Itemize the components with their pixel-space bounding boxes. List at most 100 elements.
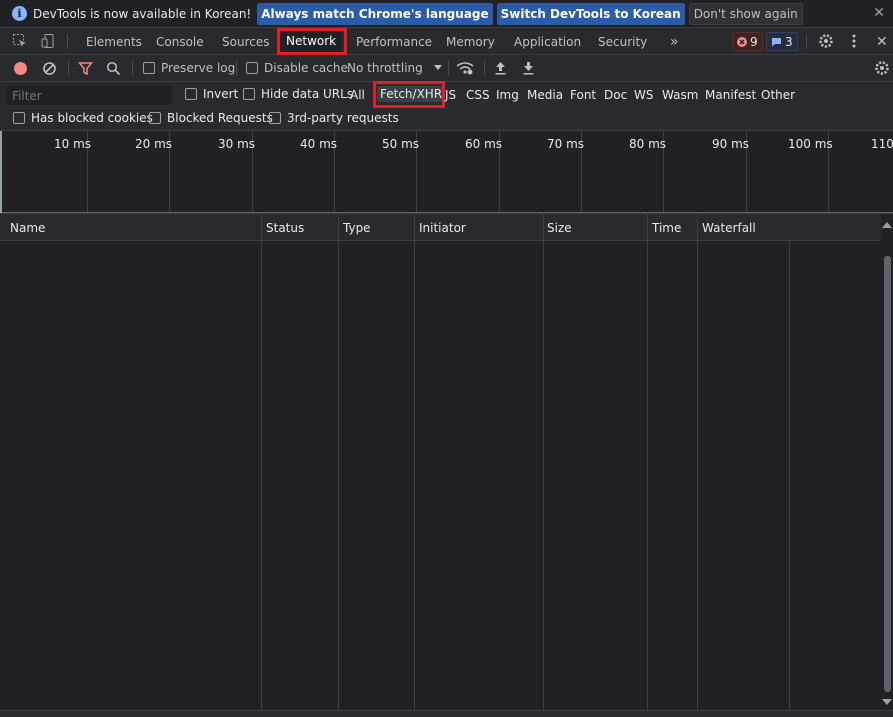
kebab-menu-icon[interactable] — [846, 33, 862, 49]
search-icon[interactable] — [106, 61, 121, 76]
column-header-type[interactable]: Type — [343, 221, 371, 235]
invert-label: Invert — [203, 87, 239, 101]
record-icon[interactable] — [13, 61, 28, 76]
hide-data-urls-label: Hide data URLs — [261, 87, 354, 101]
tab-memory[interactable]: Memory — [444, 28, 497, 55]
network-overview-timeline[interactable]: 10 ms 20 ms 30 ms 40 ms 50 ms 60 ms 70 m… — [0, 131, 893, 213]
toolbar-divider — [806, 34, 807, 49]
more-tabs-chevron-icon[interactable]: » — [668, 28, 681, 55]
messages-badge[interactable]: 3 — [766, 32, 798, 51]
preserve-log-checkbox[interactable] — [143, 62, 155, 74]
settings-gear-icon[interactable] — [818, 33, 834, 49]
filter-type-font[interactable]: Font — [570, 88, 596, 102]
messages-count: 3 — [785, 34, 793, 49]
filter-type-all[interactable]: All — [350, 88, 365, 102]
network-status-bar — [0, 710, 893, 717]
export-har-download-icon[interactable] — [522, 61, 535, 75]
tab-elements[interactable]: Elements — [84, 28, 144, 55]
column-divider[interactable] — [414, 214, 415, 711]
dropdown-arrow-icon[interactable] — [434, 65, 442, 71]
timeline-tick-label: 70 ms — [547, 137, 585, 151]
error-icon — [737, 36, 747, 47]
throttling-select[interactable]: No throttling — [347, 61, 423, 75]
errors-badge[interactable]: 9 — [732, 32, 763, 51]
tab-performance[interactable]: Performance — [354, 28, 434, 55]
timeline-tick-label: 10 ms — [54, 137, 92, 151]
invert-checkbox[interactable] — [185, 88, 197, 100]
message-icon — [772, 37, 781, 46]
network-conditions-wifi-icon[interactable] — [456, 61, 474, 76]
hide-data-urls-checkbox[interactable] — [243, 88, 255, 100]
clear-icon[interactable] — [42, 61, 57, 76]
filter-type-js[interactable]: JS — [445, 88, 456, 102]
column-header-name[interactable]: Name — [10, 221, 45, 235]
filter-type-doc[interactable]: Doc — [604, 88, 627, 102]
column-header-time[interactable]: Time — [652, 221, 681, 235]
filter-type-other[interactable]: Other — [761, 88, 795, 102]
switch-to-korean-button[interactable]: Switch DevTools to Korean — [496, 2, 685, 25]
waterfall-gridline — [789, 241, 790, 711]
disable-cache-checkbox[interactable] — [246, 62, 258, 74]
timeline-tick-label: 20 ms — [135, 137, 173, 151]
timeline-tick-label: 110 — [871, 137, 893, 151]
timeline-tick-label: 40 ms — [300, 137, 338, 151]
tab-sources[interactable]: Sources — [220, 28, 271, 55]
timeline-tick-label: 80 ms — [629, 137, 667, 151]
toolbar-divider — [448, 60, 449, 76]
scroll-down-arrow-icon[interactable] — [882, 699, 892, 705]
timeline-tick-label: 60 ms — [465, 137, 503, 151]
blocked-requests-checkbox[interactable] — [149, 112, 161, 124]
filter-type-img[interactable]: Img — [496, 88, 519, 102]
network-toolbar: Preserve log Disable cache No throttling — [0, 55, 893, 82]
tab-console[interactable]: Console — [154, 28, 206, 55]
has-blocked-cookies-checkbox[interactable] — [13, 112, 25, 124]
scrollbar-thumb[interactable] — [884, 256, 891, 692]
network-settings-gear-icon[interactable] — [874, 60, 890, 76]
column-header-size[interactable]: Size — [547, 221, 572, 235]
filter-input[interactable] — [6, 86, 172, 105]
column-divider[interactable] — [697, 214, 698, 711]
close-devtools-icon[interactable]: ✕ — [874, 28, 890, 55]
filter-type-ws[interactable]: WS — [634, 88, 653, 102]
table-header: Name Status Type Initiator Size Time Wat… — [0, 214, 881, 241]
column-divider[interactable] — [647, 214, 648, 711]
language-infobar: i DevTools is now available in Korean! A… — [0, 0, 893, 28]
toolbar-divider — [67, 34, 68, 49]
timeline-tick-label: 50 ms — [382, 137, 420, 151]
device-toolbar-icon[interactable] — [40, 33, 56, 49]
preserve-log-label: Preserve log — [161, 61, 236, 75]
toolbar-divider — [68, 60, 69, 76]
filter-type-wasm[interactable]: Wasm — [662, 88, 698, 102]
filter-type-manifest[interactable]: Manifest — [705, 88, 756, 102]
scroll-up-arrow-icon[interactable] — [882, 222, 892, 228]
column-header-waterfall[interactable]: Waterfall — [702, 221, 756, 235]
column-divider[interactable] — [543, 214, 544, 711]
filter-type-media[interactable]: Media — [527, 88, 563, 102]
dont-show-again-button[interactable]: Don't show again — [688, 2, 803, 25]
column-divider[interactable] — [338, 214, 339, 711]
devtools-tabbar: Elements Console Sources Network Perform… — [0, 28, 893, 55]
timeline-tick-label: 30 ms — [218, 137, 256, 151]
toolbar-divider — [484, 60, 485, 76]
inspect-element-icon[interactable] — [12, 33, 28, 49]
infobar-close-icon[interactable]: ✕ — [873, 5, 885, 21]
has-blocked-cookies-label: Has blocked cookies — [31, 111, 153, 125]
always-match-language-button[interactable]: Always match Chrome's language — [257, 2, 493, 25]
tab-application[interactable]: Application — [512, 28, 583, 55]
requests-table: Name Status Type Initiator Size Time Wat… — [0, 213, 893, 711]
filter-bar: Invert Hide data URLs All Fetch/XHR JS C… — [0, 81, 893, 131]
blocked-requests-label: Blocked Requests — [167, 111, 273, 125]
third-party-requests-checkbox[interactable] — [269, 112, 281, 124]
column-header-status[interactable]: Status — [266, 221, 304, 235]
column-divider[interactable] — [261, 214, 262, 711]
timeline-tick-label: 90 ms — [712, 137, 750, 151]
import-har-upload-icon[interactable] — [494, 61, 507, 75]
errors-count: 9 — [750, 34, 758, 49]
filter-funnel-icon[interactable] — [78, 61, 93, 76]
table-scrollbar[interactable] — [881, 214, 893, 711]
tab-security[interactable]: Security — [596, 28, 649, 55]
timeline-tick-label: 100 ms — [788, 137, 833, 151]
infobar-message: DevTools is now available in Korean! — [33, 6, 252, 21]
filter-type-css[interactable]: CSS — [466, 88, 490, 102]
column-header-initiator[interactable]: Initiator — [419, 221, 466, 235]
